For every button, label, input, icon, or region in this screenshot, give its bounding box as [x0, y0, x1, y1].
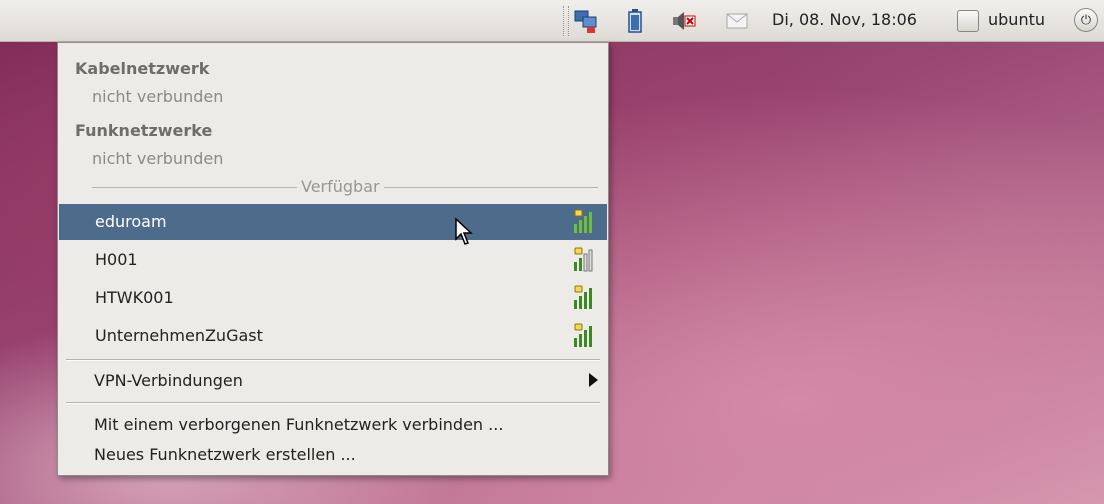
signal-locked-icon	[574, 209, 592, 233]
wireless-header: Funknetzwerke	[75, 121, 213, 140]
signal-locked-icon	[574, 285, 592, 309]
vpn-connections-item[interactable]: VPN-Verbindungen	[94, 371, 243, 390]
network-menu: Kabelnetzwerk nicht verbunden Funknetzwe…	[57, 42, 609, 476]
battery-icon[interactable]	[622, 8, 648, 34]
menu-separator	[66, 402, 600, 404]
available-label: Verfügbar	[297, 177, 384, 196]
user-name[interactable]: ubuntu	[988, 10, 1045, 29]
user-icon[interactable]	[957, 10, 979, 32]
network-item[interactable]: UnternehmenZuGast	[59, 318, 607, 354]
create-new-network-item[interactable]: Neues Funknetzwerk erstellen ...	[94, 445, 356, 464]
network-item[interactable]: eduroam	[59, 204, 607, 240]
volume-muted-icon[interactable]	[670, 8, 696, 34]
network-name: eduroam	[95, 212, 167, 231]
panel-drag-handle[interactable]	[563, 6, 569, 36]
network-name: UnternehmenZuGast	[95, 326, 263, 345]
clock[interactable]: Di, 08. Nov, 18:06	[772, 10, 917, 29]
network-icon[interactable]	[573, 8, 599, 34]
power-icon[interactable]: ⏻	[1074, 8, 1098, 32]
network-name: HTWK001	[95, 288, 174, 307]
connect-hidden-network-item[interactable]: Mit einem verborgenen Funknetzwerk verbi…	[94, 415, 503, 434]
wired-header: Kabelnetzwerk	[75, 59, 210, 78]
network-name: H001	[95, 250, 138, 269]
wired-status: nicht verbunden	[92, 87, 224, 106]
signal-locked-icon	[574, 323, 592, 347]
top-panel: Di, 08. Nov, 18:06 ubuntu ⏻	[0, 0, 1104, 42]
wireless-status: nicht verbunden	[92, 149, 224, 168]
mail-icon[interactable]	[724, 8, 750, 34]
menu-separator	[66, 359, 600, 361]
mouse-cursor-icon	[455, 217, 473, 245]
submenu-arrow-icon	[589, 373, 598, 387]
network-item[interactable]: HTWK001	[59, 280, 607, 316]
signal-locked-icon	[574, 247, 593, 272]
vpn-label: VPN-Verbindungen	[94, 371, 243, 390]
network-item[interactable]: H001	[59, 242, 607, 278]
